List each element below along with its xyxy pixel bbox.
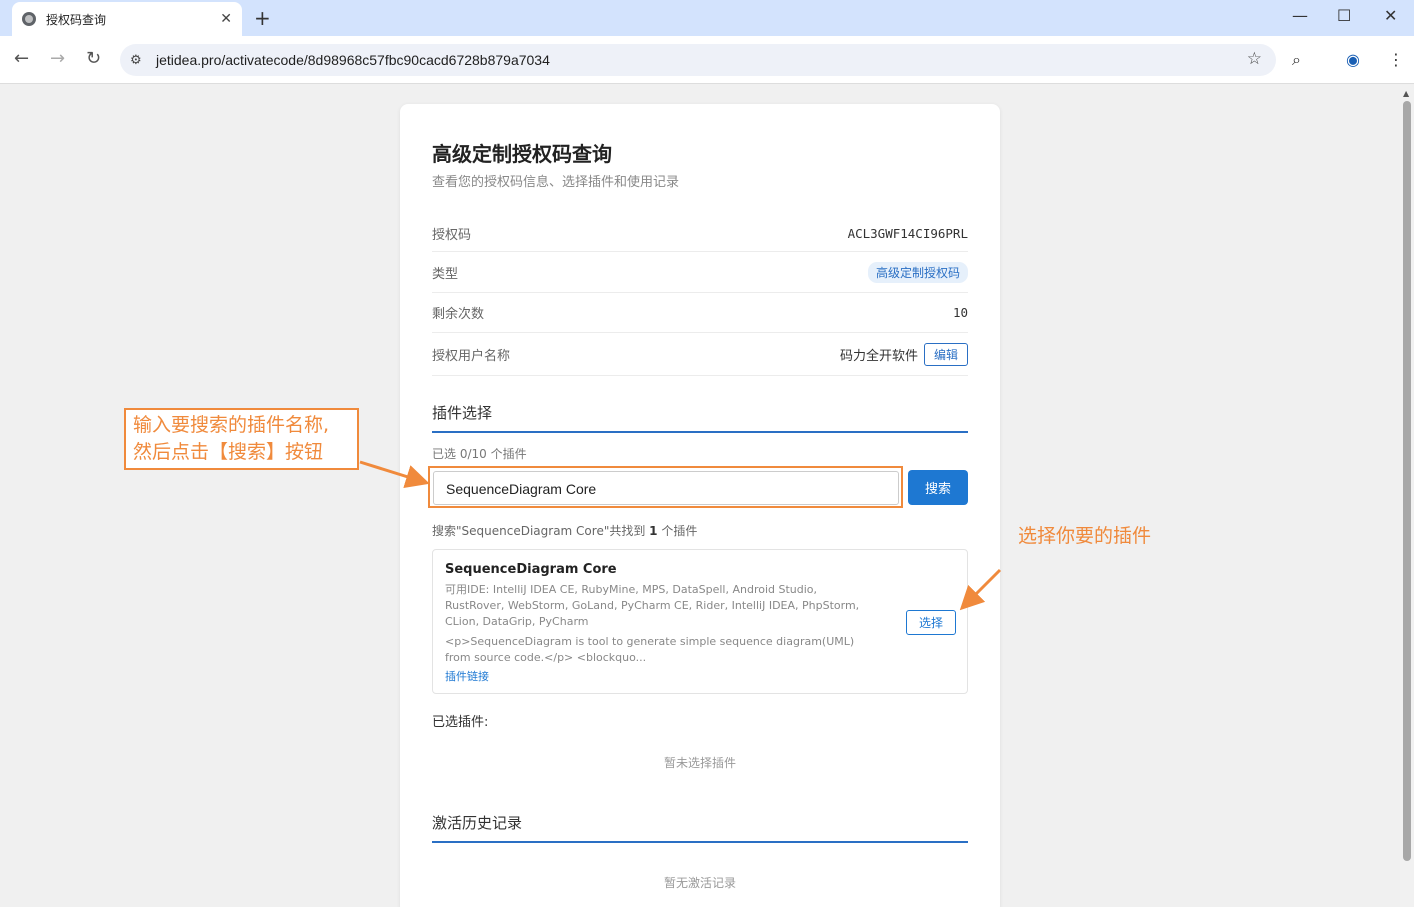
info-row-code: 授权码 ACL3GWF14CI96PRL (432, 216, 968, 252)
menu-kebab-icon[interactable]: ⋮ (1388, 50, 1404, 69)
annotation-line-2: 然后点击【搜索】按钮 (133, 441, 324, 463)
annotation-search-instruction: 输入要搜索的插件名称, 然后点击【搜索】按钮 (124, 408, 359, 470)
plugin-section-title: 插件选择 (432, 402, 968, 433)
info-label: 类型 (432, 266, 459, 282)
tab-title: 授权码查询 (46, 12, 107, 27)
result-count: 1 (649, 524, 658, 538)
maximize-button[interactable]: ☐ (1337, 6, 1351, 25)
close-window-button[interactable]: ✕ (1384, 6, 1397, 25)
globe-icon (22, 12, 36, 26)
back-arrow-icon[interactable]: ← (14, 48, 29, 69)
plugin-result-card: SequenceDiagram Core 可用IDE: IntelliJ IDE… (432, 549, 968, 694)
reload-icon[interactable]: ↻ (86, 48, 101, 69)
no-history-text: 暂无激活记录 (663, 876, 736, 890)
bookmark-star-icon[interactable]: ☆ (1247, 49, 1262, 69)
license-card: 高级定制授权码查询 查看您的授权码信息、选择插件和使用记录 授权码 ACL3GW… (400, 104, 1000, 907)
username-value: 码力全开软件 (839, 348, 918, 364)
page-title: 高级定制授权码查询 (432, 142, 612, 166)
license-code-value: ACL3GWF14CI96PRL (847, 226, 968, 241)
browser-toolbar: ← → ↻ ⚙ jetidea.pro/activatecode/8d98968… (0, 36, 1414, 84)
username-wrap: 码力全开软件 编辑 (839, 342, 968, 366)
url-text[interactable]: jetidea.pro/activatecode/8d98968c57fbc90… (156, 52, 550, 68)
result-suffix: 个插件 (661, 524, 698, 538)
search-button[interactable]: 搜索 (908, 470, 968, 505)
info-row-type: 类型 高级定制授权码 (432, 252, 968, 293)
info-row-remaining: 剩余次数 10 (432, 293, 968, 333)
tab-strip: 授权码查询 ✕ + — ☐ ✕ (0, 0, 1414, 36)
plugin-search-input[interactable]: SequenceDiagram Core (433, 471, 899, 505)
no-selection-text: 暂未选择插件 (663, 756, 736, 770)
new-tab-button[interactable]: + (254, 6, 271, 30)
type-badge: 高级定制授权码 (867, 261, 968, 283)
history-section-title: 激活历史记录 (432, 812, 968, 843)
annotation-select-instruction: 选择你要的插件 (1018, 525, 1152, 547)
plugin-name: SequenceDiagram Core (445, 562, 617, 577)
plugin-ides: 可用IDE: IntelliJ IDEA CE, RubyMine, MPS, … (445, 583, 860, 628)
address-bar[interactable]: ⚙ jetidea.pro/activatecode/8d98968c57fbc… (120, 44, 1276, 76)
scrollbar-thumb[interactable] (1403, 101, 1411, 861)
scroll-up-icon[interactable]: ▲ (1403, 89, 1409, 98)
select-plugin-button[interactable]: 选择 (906, 610, 956, 635)
selected-plugin-count: 已选 0/10 个插件 (432, 447, 527, 461)
forward-arrow-icon[interactable]: → (50, 48, 65, 69)
close-tab-icon[interactable]: ✕ (220, 11, 232, 27)
plugin-description: <p>SequenceDiagram is tool to generate s… (445, 635, 855, 664)
info-row-username: 授权用户名称 码力全开软件 编辑 (432, 333, 968, 376)
page-scrollbar[interactable]: ▲ (1400, 85, 1414, 907)
search-result-summary: 搜索"SequenceDiagram Core"共找到 1 个插件 (432, 522, 697, 539)
info-label: 授权用户名称 (432, 348, 511, 364)
profile-icon[interactable]: ◉ (1346, 50, 1360, 69)
selected-plugins-label: 已选插件: (432, 715, 489, 730)
remaining-count-value: 10 (952, 305, 968, 320)
site-settings-icon[interactable]: ⚙ (130, 53, 148, 68)
browser-tab[interactable]: 授权码查询 ✕ (12, 2, 242, 36)
info-label: 剩余次数 (432, 307, 485, 322)
screen-search-icon[interactable]: ⌕ (1292, 50, 1301, 70)
plugin-link[interactable]: 插件链接 (445, 668, 489, 684)
page-subtitle: 查看您的授权码信息、选择插件和使用记录 (432, 175, 680, 190)
edit-username-button[interactable]: 编辑 (923, 342, 968, 366)
minimize-button[interactable]: — (1292, 6, 1308, 25)
info-label: 授权码 (432, 228, 472, 243)
annotation-line-1: 输入要搜索的插件名称, (133, 414, 330, 436)
result-prefix: 搜索"SequenceDiagram Core"共找到 (432, 524, 646, 538)
